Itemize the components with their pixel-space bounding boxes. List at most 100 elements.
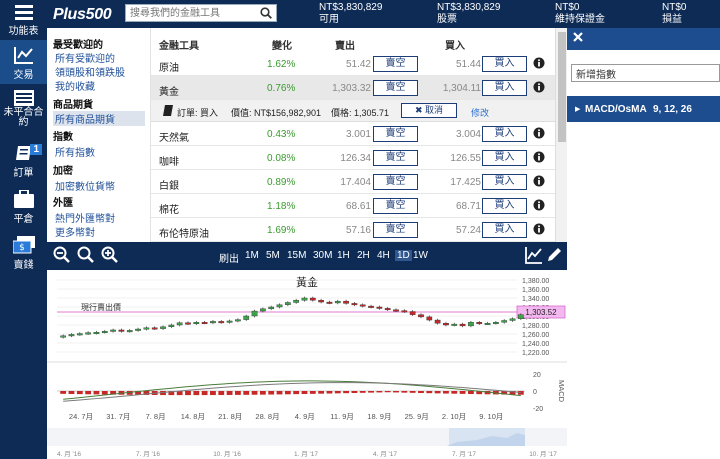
macd-tick-label: 0 [533, 389, 537, 396]
x-tick-label: 24. 7月 [69, 412, 93, 421]
timeframe-1m[interactable]: 1M [245, 250, 259, 261]
category-heading-popular: 最受歡迎的 [53, 40, 103, 51]
nav-trade[interactable]: 交易 [0, 40, 47, 84]
instrument-name[interactable]: 天然氣 [159, 129, 189, 144]
buy-button[interactable]: 買入 [482, 198, 527, 214]
candle [143, 327, 150, 330]
timeframe-2h[interactable]: 2H [357, 250, 370, 261]
search-input[interactable] [126, 5, 258, 21]
timeframe-15m[interactable]: 15M [287, 250, 306, 261]
scrollbar-thumb[interactable] [558, 32, 566, 142]
info-icon[interactable] [533, 81, 545, 93]
nav-funds[interactable]: $ 賣錢 [0, 236, 47, 272]
info-icon[interactable] [533, 127, 545, 139]
indicators-chart-icon[interactable] [525, 246, 543, 264]
macd-histogram-bar [418, 391, 424, 394]
info-icon[interactable] [533, 175, 545, 187]
zoom-search-icon[interactable] [77, 246, 95, 264]
category-heading-indices: 指數 [53, 132, 73, 143]
nav-close[interactable]: 平倉 [0, 190, 47, 226]
sell-short-button[interactable]: 賣空 [373, 222, 418, 238]
timeframe-5m[interactable]: 5M [266, 250, 280, 261]
modify-order-link[interactable]: 修改 [471, 106, 489, 119]
category-more-pairs[interactable]: 更多幣對 [55, 224, 95, 239]
table-row[interactable]: 黃金 0.76% 1,303.32 賣空 1,304.11 買入 [151, 76, 555, 100]
cancel-order-button[interactable]: ✖ 取消 [401, 103, 457, 118]
stat-equity-label: 股票 [437, 14, 457, 25]
timeframe-1d[interactable]: 1D [395, 250, 412, 261]
navigator-window[interactable] [449, 428, 525, 446]
macd-histogram-bar [210, 391, 216, 396]
sell-short-button[interactable]: 賣空 [373, 80, 418, 96]
search-icon[interactable] [260, 7, 272, 19]
info-icon[interactable] [533, 57, 545, 69]
candle [351, 303, 358, 306]
table-row[interactable]: 棉花 1.18% 68.61 賣空 68.71 買入 [151, 194, 555, 218]
indicator-params: 9, 12, 26 [653, 104, 692, 115]
sell-short-button[interactable]: 賣空 [373, 56, 418, 72]
table-row[interactable]: 原油 1.62% 51.42 賣空 51.44 買入 [151, 52, 555, 76]
timeframe-4h[interactable]: 4H [377, 250, 390, 261]
x-tick-label: 2. 10月 [442, 412, 466, 421]
zoom-out-icon[interactable] [53, 246, 71, 264]
instrument-name[interactable]: 咖啡 [159, 153, 179, 168]
sell-short-button[interactable]: 賣空 [373, 174, 418, 190]
instrument-name[interactable]: 布伦特原油 [159, 225, 209, 240]
indicator-panel: ▶ MACD/OsMA 9, 12, 26 [567, 28, 720, 459]
nav-orders[interactable]: 1 訂單 [0, 144, 47, 180]
macd-histogram-bar [101, 391, 108, 395]
info-icon[interactable] [533, 199, 545, 211]
table-row[interactable]: 天然氣 0.43% 3.001 賣空 3.004 買入 [151, 122, 555, 146]
hamburger-menu-icon [14, 5, 33, 20]
instrument-name[interactable]: 原油 [159, 59, 179, 74]
buy-button[interactable]: 買入 [482, 80, 527, 96]
table-row[interactable]: 白銀 0.89% 17.404 賣空 17.425 買入 [151, 170, 555, 194]
indicator-macd-item[interactable]: ▶ MACD/OsMA 9, 12, 26 [567, 96, 720, 122]
nav-menu[interactable]: 功能表 [0, 4, 47, 40]
candle [459, 323, 466, 327]
candle [309, 297, 316, 301]
zoom-in-icon[interactable] [101, 246, 119, 264]
buy-button[interactable]: 買入 [482, 56, 527, 72]
sell-short-button[interactable]: 賣空 [373, 150, 418, 166]
sell-short-button[interactable]: 賣空 [373, 126, 418, 142]
instrument-name[interactable]: 白銀 [159, 177, 179, 192]
draw-pencil-icon[interactable] [545, 246, 563, 264]
category-favorites[interactable]: 我的收藏 [55, 78, 95, 93]
table-row[interactable]: 咖啡 0.08% 126.34 賣空 126.55 買入 [151, 146, 555, 170]
add-indicator-input[interactable] [571, 64, 720, 82]
timeframe-1h[interactable]: 1H [337, 250, 350, 261]
macd-histogram-bar [218, 391, 225, 396]
instrument-name[interactable]: 棉花 [159, 201, 179, 216]
buy-button[interactable]: 買入 [482, 222, 527, 238]
info-icon[interactable] [533, 151, 545, 163]
category-gainers-losers[interactable]: 領頭股和領跌股 [55, 64, 125, 79]
x-tick-label: 25. 9月 [405, 412, 429, 421]
price-chart[interactable]: 黃金 1,380.001,360.001,340.001,320.001,300… [47, 270, 567, 459]
macd-histogram-bar [259, 391, 266, 395]
timeframe-1w[interactable]: 1W [413, 250, 428, 261]
search-box[interactable] [125, 4, 277, 22]
info-icon[interactable] [533, 223, 545, 235]
category-all-popular[interactable]: 所有受歡迎的 [55, 50, 115, 65]
table-row[interactable]: 布伦特原油 1.69% 57.16 賣空 57.24 買入 [151, 218, 555, 242]
stat-equity: NT$3,830,829 股票 [437, 2, 500, 26]
macd-histogram-bar [76, 391, 83, 395]
category-popular-forex[interactable]: 熱門外匯幣對 [55, 210, 115, 225]
buy-button[interactable]: 買入 [482, 126, 527, 142]
order-value: 價值: NT$156,982,901 [231, 108, 322, 118]
table-scrollbar[interactable] [555, 28, 567, 242]
navigator-tick-label: 7. 月 '16 [136, 450, 160, 458]
category-crypto-currencies[interactable]: 加密數位貨幣 [55, 178, 115, 193]
sell-short-button[interactable]: 賣空 [373, 198, 418, 214]
category-all-commodities[interactable]: 所有商品期貨 [53, 111, 145, 126]
buy-button[interactable]: 買入 [482, 150, 527, 166]
nav-positions[interactable]: 未平合合約 [0, 90, 47, 134]
timeframe-30m[interactable]: 30M [313, 250, 332, 261]
category-all-indices[interactable]: 所有指數 [55, 144, 95, 159]
instrument-name[interactable]: 黃金 [159, 83, 179, 98]
buy-button[interactable]: 買入 [482, 174, 527, 190]
close-icon[interactable] [573, 32, 583, 42]
category-heading-commodities: 商品期貨 [53, 100, 93, 111]
candle [218, 321, 225, 324]
